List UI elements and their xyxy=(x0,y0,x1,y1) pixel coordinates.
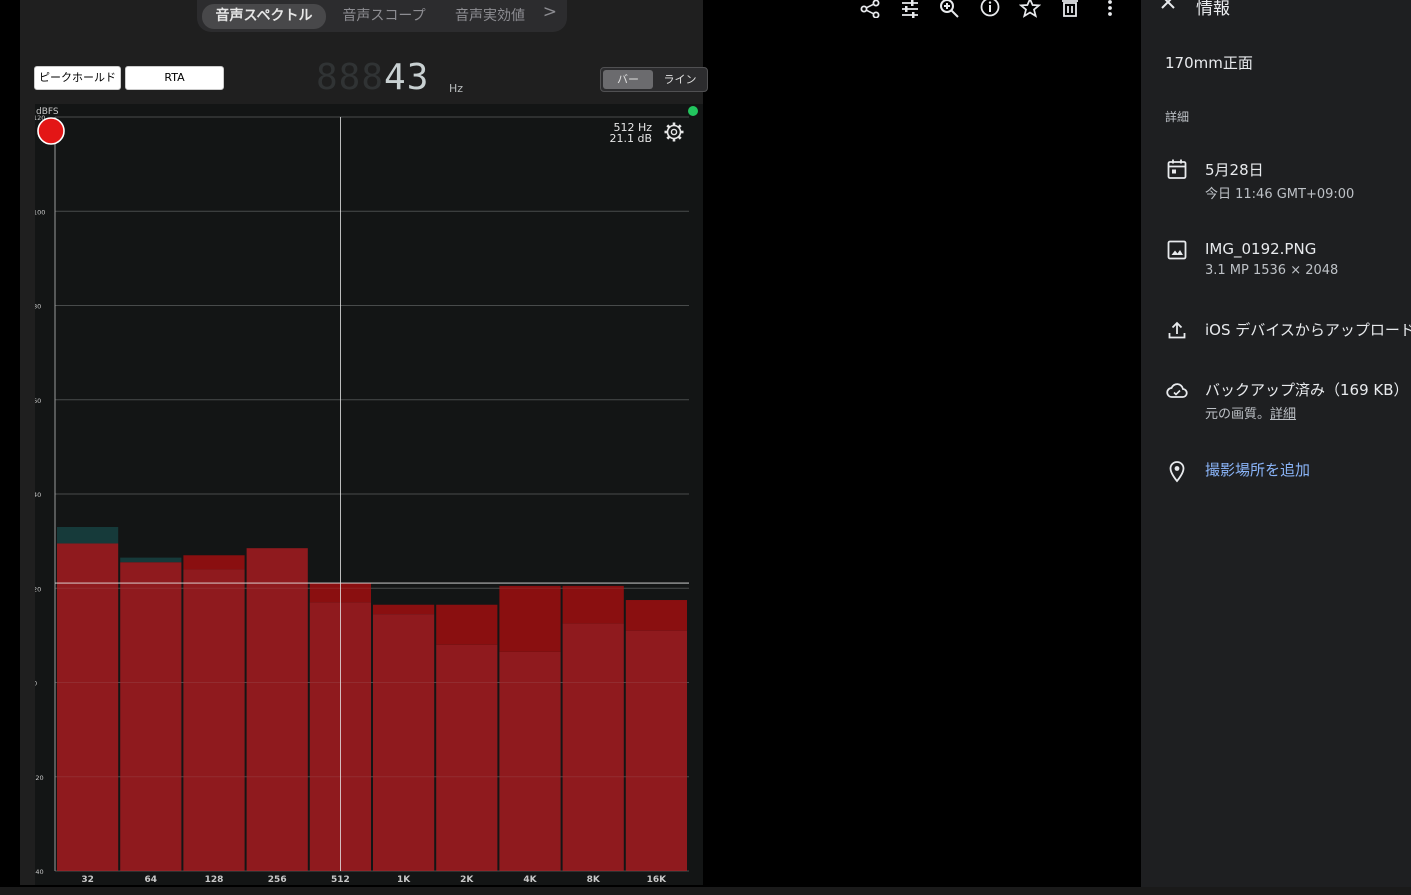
y-tick-label: 40 xyxy=(35,491,41,499)
location-pin-icon xyxy=(1169,461,1185,483)
peak-hold-bar xyxy=(625,600,687,631)
level-bar xyxy=(373,614,435,871)
share-icon[interactable] xyxy=(859,0,881,18)
tab-audio-spectrum[interactable]: 音声スペクトル xyxy=(202,4,326,29)
photo-description[interactable]: 170mm正面 xyxy=(1165,52,1253,73)
cloud-done-icon xyxy=(1166,383,1188,398)
y-tick-label: -20 xyxy=(35,774,44,782)
tab-audio-scope[interactable]: 音声スコープ xyxy=(329,4,439,29)
y-tick-label: 20 xyxy=(35,585,41,593)
frequency-readout: 88843 xyxy=(316,60,446,96)
spectrum-plot: 120100806040200-20-40dBFS 32641282565121… xyxy=(35,104,703,885)
level-bar xyxy=(562,623,624,871)
analyzer-tab-bar: 音声スペクトル 音声スコープ 音声実効値 > xyxy=(197,0,567,32)
analyzer-app: 音声スペクトル 音声スコープ 音声実効値 > ピークホールド RTA 88843… xyxy=(20,0,708,885)
more-vert-icon[interactable] xyxy=(1099,0,1121,18)
y-tick-label: 0 xyxy=(35,680,37,688)
date-title: 5月28日 xyxy=(1205,161,1264,179)
y-tick-label: 80 xyxy=(35,303,41,311)
x-tick-label: 2K xyxy=(460,875,474,885)
x-tick-label: 8K xyxy=(587,875,601,885)
mode-bar-button[interactable]: バー xyxy=(603,70,653,89)
peak-hold-button[interactable]: ピークホールド xyxy=(34,66,121,90)
upload-icon xyxy=(1168,321,1186,339)
x-tick-label: 128 xyxy=(205,875,224,885)
date-sub: 今日 11:46 GMT+09:00 xyxy=(1205,187,1355,202)
chevron-right-icon[interactable]: > xyxy=(543,2,557,22)
calendar-icon xyxy=(1167,159,1187,179)
rta-button[interactable]: RTA xyxy=(125,66,224,90)
close-icon[interactable] xyxy=(1160,0,1178,12)
tab-audio-rms[interactable]: 音声実効値 xyxy=(442,4,538,29)
x-tick-label: 1K xyxy=(397,875,411,885)
x-tick-label: 512 xyxy=(331,875,350,885)
tune-icon[interactable] xyxy=(899,0,921,18)
backup-details-link[interactable]: 詳細 xyxy=(1270,407,1296,422)
bottom-scrollbar[interactable] xyxy=(0,887,1411,895)
peak-hold-bar xyxy=(436,604,498,645)
peak-hold-bar xyxy=(499,585,561,652)
zoom-in-icon[interactable] xyxy=(939,0,961,18)
star-icon[interactable] xyxy=(1019,0,1041,18)
peak-hold-bar xyxy=(373,604,435,615)
peak-hold-bar xyxy=(120,557,182,563)
backup-quality-text: 元の画質。 xyxy=(1205,407,1271,422)
details-section-label: 詳細 xyxy=(1165,110,1190,124)
upload-source: iOS デバイスからアップロード xyxy=(1205,321,1411,339)
level-bar xyxy=(499,651,561,871)
level-bar xyxy=(57,543,119,871)
y-tick-label: 60 xyxy=(35,397,41,405)
x-tick-label: 4K xyxy=(523,875,537,885)
peak-hold-bar xyxy=(57,526,119,544)
file-specs: 3.1 MP 1536 × 2048 xyxy=(1205,263,1339,278)
photo-toolbar xyxy=(855,0,1125,20)
spectrum-chart: 120100806040200-20-40dBFS 32641282565121… xyxy=(35,106,698,885)
file-name: IMG_0192.PNG xyxy=(1205,240,1317,258)
x-tick-label: 256 xyxy=(268,875,287,885)
peak-hold-bar xyxy=(562,585,624,624)
gear-icon[interactable] xyxy=(664,122,684,142)
cursor-db-readout: 21.1 dB xyxy=(609,132,652,145)
frequency-value: 43 xyxy=(384,57,430,98)
display-mode-toggle: バー ライン xyxy=(600,67,708,92)
backup-quality: 元の画質。詳細 xyxy=(1205,403,1296,422)
record-button[interactable] xyxy=(37,117,65,145)
peak-hold-bar xyxy=(183,555,245,570)
level-bar xyxy=(625,630,687,871)
image-icon xyxy=(1167,240,1187,260)
frequency-unit: Hz xyxy=(449,82,464,95)
x-tick-label: 16K xyxy=(647,875,668,885)
trash-icon[interactable] xyxy=(1059,0,1081,18)
x-tick-label: 32 xyxy=(81,875,94,885)
y-tick-label: 100 xyxy=(35,208,45,216)
mode-line-button[interactable]: ライン xyxy=(655,70,705,89)
info-icon[interactable] xyxy=(979,0,1001,18)
x-tick-label: 64 xyxy=(145,875,158,885)
y-axis-label: dBFS xyxy=(36,107,59,117)
level-bar xyxy=(120,562,182,871)
level-bar xyxy=(246,548,308,871)
status-indicator xyxy=(688,106,698,116)
info-panel: 情報 170mm正面 詳細 5月28日 今日 11:46 GMT+09:00 I… xyxy=(1141,0,1411,895)
backup-status: バックアップ済み（169 KB） xyxy=(1205,381,1409,399)
panel-title: 情報 xyxy=(1196,0,1230,19)
y-tick-label: -40 xyxy=(35,868,44,876)
frequency-dim-digits: 888 xyxy=(316,57,385,98)
add-location-link[interactable]: 撮影場所を追加 xyxy=(1205,459,1310,480)
level-bar xyxy=(183,569,245,871)
level-bar xyxy=(436,644,498,871)
gear-ring xyxy=(666,124,682,140)
